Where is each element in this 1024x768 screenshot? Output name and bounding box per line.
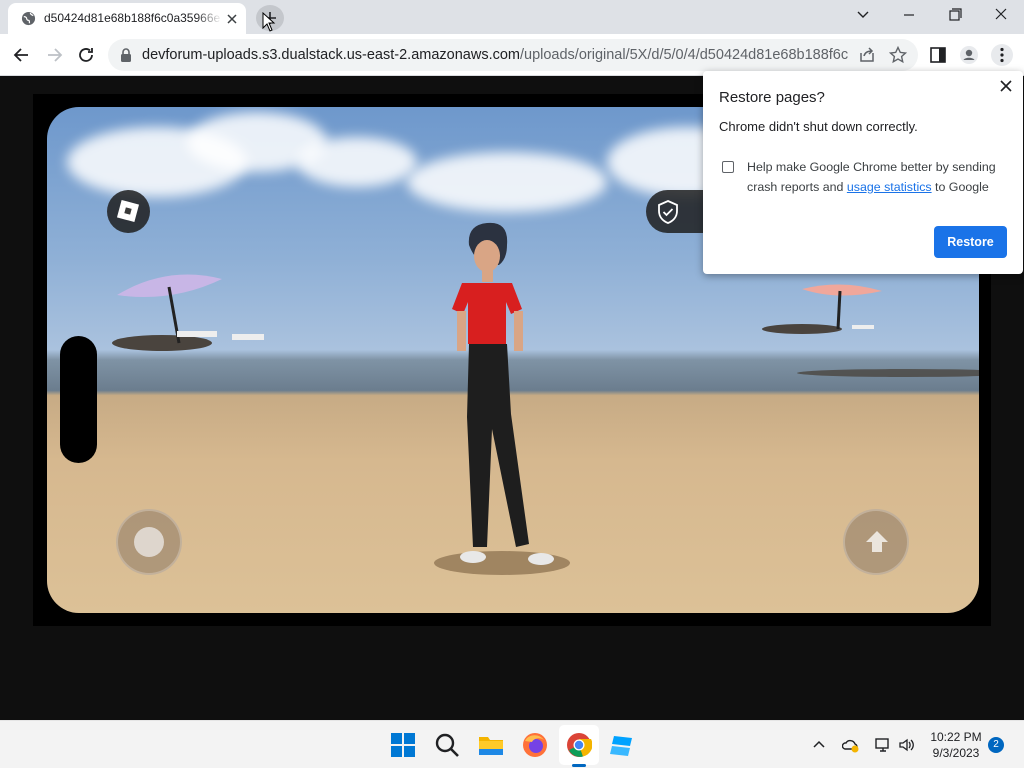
lock-icon[interactable] bbox=[120, 48, 132, 62]
restore-pages-dialog: Restore pages? Chrome didn't shut down c… bbox=[703, 71, 1023, 274]
notification-badge[interactable]: 2 bbox=[988, 737, 1004, 753]
dialog-title: Restore pages? bbox=[719, 89, 825, 106]
address-bar[interactable]: devforum-uploads.s3.dualstack.us-east-2.… bbox=[108, 39, 918, 71]
taskbar-clock[interactable]: 10:22 PM 9/3/2023 bbox=[926, 729, 986, 761]
globe-icon bbox=[21, 11, 36, 26]
windows-start-icon[interactable] bbox=[390, 732, 416, 758]
phone-notch bbox=[60, 336, 97, 463]
crash-report-checkbox[interactable] bbox=[722, 161, 734, 173]
chrome-icon[interactable] bbox=[566, 732, 592, 758]
chevron-up-icon[interactable] bbox=[810, 736, 828, 754]
checkbox-label-suffix: to Google bbox=[931, 180, 989, 194]
shield-check-icon bbox=[658, 200, 678, 224]
file-explorer-icon[interactable] bbox=[478, 732, 504, 758]
share-icon[interactable] bbox=[858, 46, 876, 64]
jump-button bbox=[843, 509, 909, 575]
url-text[interactable]: devforum-uploads.s3.dualstack.us-east-2.… bbox=[142, 47, 848, 63]
tab-search-chevron-icon[interactable] bbox=[852, 6, 874, 24]
usage-statistics-link[interactable]: usage statistics bbox=[847, 180, 932, 194]
url-host: devforum-uploads.s3.dualstack.us-east-2.… bbox=[142, 47, 520, 63]
minimize-icon[interactable] bbox=[898, 6, 920, 24]
mouse-cursor-icon bbox=[262, 12, 276, 32]
browser-toolbar: devforum-uploads.s3.dualstack.us-east-2.… bbox=[0, 34, 1024, 76]
reload-icon[interactable] bbox=[76, 45, 96, 65]
bookmark-star-icon[interactable] bbox=[889, 46, 907, 64]
active-app-indicator bbox=[572, 764, 586, 767]
restore-window-icon[interactable] bbox=[944, 6, 966, 24]
url-path: /uploads/original/5X/d/5/0/4/d50424d81e6… bbox=[519, 47, 848, 63]
chrome-menu-icon[interactable] bbox=[991, 44, 1013, 66]
checkbox-label: Help make Google Chrome better by sendin… bbox=[747, 157, 1009, 197]
firefox-icon[interactable] bbox=[522, 732, 548, 758]
browser-tab[interactable]: d50424d81e68b188f6c0a35966e bbox=[8, 3, 246, 34]
profile-avatar-icon[interactable] bbox=[959, 45, 979, 65]
roblox-menu-icon bbox=[107, 190, 150, 233]
thumbstick-control bbox=[116, 509, 182, 575]
close-window-icon[interactable] bbox=[990, 6, 1012, 24]
forward-arrow-icon[interactable] bbox=[44, 45, 64, 65]
back-arrow-icon[interactable] bbox=[12, 45, 32, 65]
clock-date: 9/3/2023 bbox=[932, 746, 980, 760]
tab-strip: d50424d81e68b188f6c0a35966e bbox=[0, 0, 1024, 34]
roblox-studio-icon[interactable] bbox=[610, 732, 636, 758]
restore-button[interactable]: Restore bbox=[934, 226, 1007, 258]
search-icon[interactable] bbox=[434, 732, 460, 758]
network-icon[interactable] bbox=[874, 736, 892, 754]
up-arrow-icon bbox=[866, 531, 888, 552]
volume-icon[interactable] bbox=[898, 736, 916, 754]
game-topbar-buttons bbox=[646, 190, 710, 233]
side-panel-icon[interactable] bbox=[928, 45, 948, 65]
tab-close-icon[interactable] bbox=[224, 11, 240, 27]
clock-time: 10:22 PM bbox=[930, 730, 982, 744]
tab-title: d50424d81e68b188f6c0a35966e bbox=[44, 11, 221, 25]
onedrive-warning-icon[interactable] bbox=[842, 736, 860, 754]
close-icon[interactable] bbox=[999, 79, 1013, 93]
windows-taskbar: 10:22 PM 9/3/2023 2 bbox=[0, 720, 1024, 768]
dialog-subtitle: Chrome didn't shut down correctly. bbox=[719, 119, 918, 134]
